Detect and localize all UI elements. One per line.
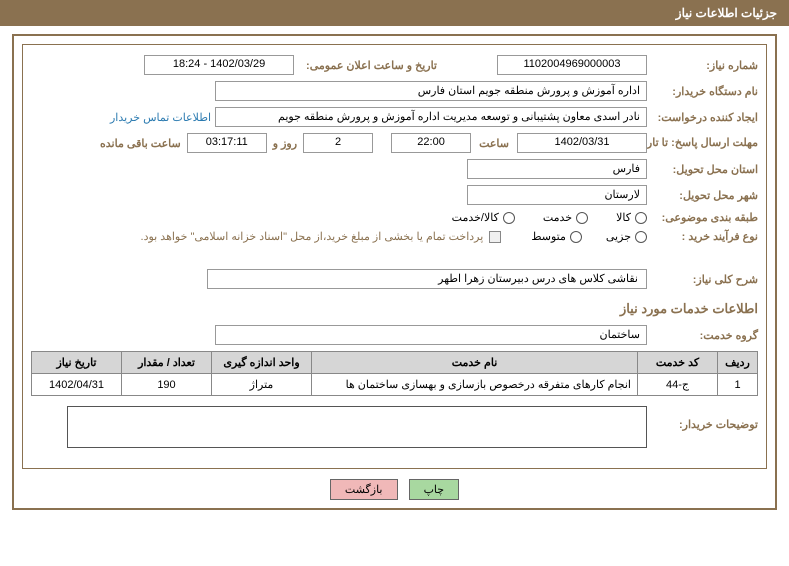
pub-date-value: 1402/03/29 - 18:24 (144, 55, 294, 75)
need-no-value: 1102004969000003 (497, 55, 647, 75)
table-header-row: ردیف کد خدمت نام خدمت واحد اندازه گیری ت… (32, 352, 758, 374)
treasury-note: پرداخت تمام یا بخشی از مبلغ خرید،از محل … (141, 230, 484, 243)
deadline-label: مهلت ارسال پاسخ: تا تاریخ: (653, 137, 758, 149)
process-medium-option[interactable]: متوسط (531, 230, 582, 243)
table-row: 1 ج-44 انجام کارهای متفرقه درخصوص بازساز… (32, 374, 758, 396)
col-date: تاریخ نیاز (32, 352, 122, 374)
radio-icon (570, 231, 582, 243)
process-minor-label: جزیی (606, 230, 631, 243)
delivery-city-value: لارستان (467, 185, 647, 205)
delivery-province-value: فارس (467, 159, 647, 179)
print-button[interactable]: چاپ (409, 479, 460, 500)
cell-row: 1 (718, 374, 758, 396)
need-no-label: شماره نیاز: (653, 59, 758, 72)
col-unit: واحد اندازه گیری (212, 352, 312, 374)
treasury-checkbox[interactable] (489, 231, 501, 243)
process-type-label: نوع فرآیند خرید : (653, 230, 758, 243)
col-name: نام خدمت (312, 352, 638, 374)
col-row: ردیف (718, 352, 758, 374)
need-desc-value: نقاشی کلاس های درس دبیرستان زهرا اطهر (207, 269, 647, 289)
cell-qty: 190 (122, 374, 212, 396)
col-qty: تعداد / مقدار (122, 352, 212, 374)
radio-icon (635, 231, 647, 243)
services-info-title: اطلاعات خدمات مورد نیاز (31, 301, 758, 317)
service-group-label: گروه خدمت: (653, 329, 758, 342)
category-goods-service-label: کالا/خدمت (452, 211, 499, 224)
need-desc-label: شرح کلی نیاز: (653, 273, 758, 286)
form-frame: شماره نیاز: 1102004969000003 تاریخ و ساع… (22, 44, 767, 469)
cell-name: انجام کارهای متفرقه درخصوص بازسازی و بهس… (312, 374, 638, 396)
category-service-option[interactable]: خدمت (543, 211, 588, 224)
cell-unit: متراژ (212, 374, 312, 396)
category-service-label: خدمت (543, 211, 572, 224)
radio-icon (635, 212, 647, 224)
buyer-notes-label: توضیحات خریدار: (653, 406, 758, 431)
col-code: کد خدمت (638, 352, 718, 374)
deadline-date-value: 1402/03/31 (517, 133, 647, 153)
pub-date-label: تاریخ و ساعت اعلان عمومی: (306, 59, 437, 72)
buyer-contact-link[interactable]: اطلاعات تماس خریدار (110, 111, 211, 124)
buyer-notes-textarea[interactable] (67, 406, 647, 448)
category-goods-label: کالا (616, 211, 631, 224)
requester-label: ایجاد کننده درخواست: (653, 111, 758, 124)
process-minor-option[interactable]: جزیی (606, 230, 647, 243)
delivery-province-label: استان محل تحویل: (653, 163, 758, 176)
radio-icon (503, 212, 515, 224)
remain-time-suffix: ساعت باقی مانده (100, 137, 181, 150)
remain-days-suffix: روز و (273, 137, 297, 150)
buyer-org-value: اداره آموزش و پرورش منطقه جویم استان فار… (215, 81, 647, 101)
process-medium-label: متوسط (531, 230, 566, 243)
radio-icon (576, 212, 588, 224)
delivery-city-label: شهر محل تحویل: (653, 189, 758, 202)
remain-time-value: 03:17:11 (187, 133, 267, 153)
page-title-bar: جزئیات اطلاعات نیاز (0, 0, 789, 26)
requester-value: نادر اسدی معاون پشتیبانی و توسعه مدیریت … (215, 107, 647, 127)
category-label: طبقه بندی موضوعی: (653, 211, 758, 224)
services-table: ردیف کد خدمت نام خدمت واحد اندازه گیری ت… (31, 351, 758, 396)
back-button[interactable]: بازگشت (330, 479, 398, 500)
category-goods-option[interactable]: کالا (616, 211, 647, 224)
remain-days-value: 2 (303, 133, 373, 153)
service-group-value: ساختمان (215, 325, 647, 345)
category-goods-service-option[interactable]: کالا/خدمت (452, 211, 515, 224)
outer-frame: شماره نیاز: 1102004969000003 تاریخ و ساع… (12, 34, 777, 510)
buyer-org-label: نام دستگاه خریدار: (653, 85, 758, 98)
cell-code: ج-44 (638, 374, 718, 396)
deadline-time-label: ساعت (479, 137, 509, 150)
cell-date: 1402/04/31 (32, 374, 122, 396)
buttons-row: چاپ بازگشت (22, 479, 767, 500)
page-title: جزئیات اطلاعات نیاز (676, 6, 777, 20)
deadline-time-value: 22:00 (391, 133, 471, 153)
